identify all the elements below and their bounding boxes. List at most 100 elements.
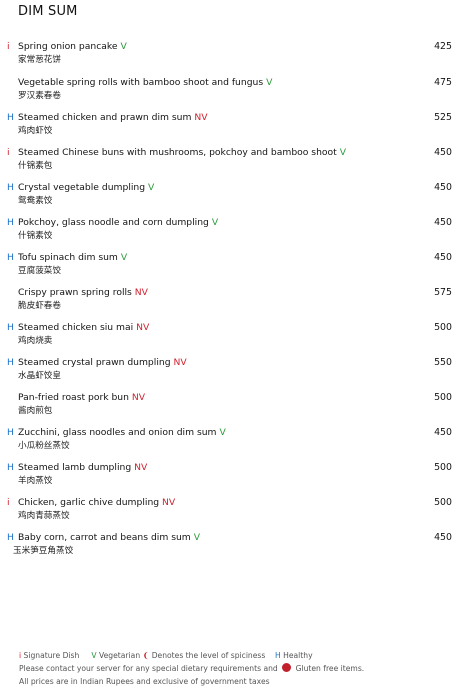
dish-price: 450 [434,427,452,438]
veg-marker: V [339,147,346,158]
dish-name: Steamed lamb dumpling [18,462,132,473]
dish-name: Zucchini, glass noodles and onion dim su… [18,427,217,438]
dish-price: 425 [434,41,452,52]
dish-tag: H [7,217,14,228]
menu-item: Crispy prawn spring rolls NV 575 脆皮虾春卷 [0,286,470,320]
dish-chinese-name: 鸡肉烧卖 [18,336,53,346]
gluten-free-icon [282,663,292,672]
menu-item: H Crystal vegetable dumpling V 450 鸳鸯素饺 [0,181,470,215]
menu-item-line: H Steamed lamb dumpling NV [7,461,147,475]
dish-name: Steamed chicken siu mai [18,322,134,333]
menu-item-line: i Steamed Chinese buns with mushrooms, po… [7,146,346,160]
dish-chinese-name: 小瓜粉丝蒸饺 [18,441,70,451]
dish-tag: H [7,112,14,123]
dish-tag: H [7,462,14,473]
dish-name: Pokchoy, glass noodle and corn dumpling [18,217,209,228]
menu-item-line: Pan-fried roast pork bun NV [7,391,145,405]
menu-item: H Steamed chicken and prawn dim sum NV 525… [0,111,470,145]
menu-item-line: Vegetable spring rolls with bamboo shoot… [7,76,272,90]
dish-price: 500 [434,497,452,508]
dish-name: Vegetable spring rolls with bamboo shoot… [18,77,264,88]
dish-chinese-name: 玉米笋豆角蒸饺 [13,546,74,556]
dish-tag: H [7,252,14,263]
non-veg-marker: NV [136,322,150,333]
menu-item: H Pokchoy, glass noodle and corn dumpling… [0,216,470,250]
dish-tag: H [7,532,14,543]
section-title: DIM SUM [18,4,78,19]
dish-name: Chicken, garlic chive dumpling [18,497,160,508]
veg-label: Vegetarian [99,651,141,660]
menu-item-line: H Baby corn, carrot and beans dim sum V [7,531,200,545]
dish-name: Tofu spinach dim sum [18,252,118,263]
menu-item-line: H Steamed crystal prawn dumpling NV [7,356,187,370]
healthy-label: Healthy [283,651,313,660]
dish-chinese-name: 鸡肉虾饺 [18,126,53,136]
menu-item-line: H Crystal vegetable dumpling V [7,181,154,195]
veg-marker: V [193,532,200,543]
non-veg-marker: NV [162,497,176,508]
prices-line: All prices are in Indian Rupees and excl… [19,677,270,686]
dish-chinese-name: 羊肉蒸饺 [18,476,53,486]
dietary-line: Please contact your server for any speci… [19,663,364,674]
dietary-text: Please contact your server for any speci… [19,664,278,673]
dish-price: 450 [434,182,452,193]
dish-chinese-name: 什锦素包 [18,161,53,171]
menu-item-line: i Spring onion pancake V [7,40,127,54]
dish-tag: i [7,497,10,508]
dish-tag: i [7,41,10,52]
veg-marker: V [211,217,219,228]
menu-item: H Steamed crystal prawn dumpling NV 550 水晶虾… [0,356,470,390]
healthy-key: H [275,651,281,660]
menu-item: i Chicken, garlic chive dumpling NV 500 鸡肉青… [0,496,470,530]
dish-price: 500 [434,462,452,473]
dish-price: 475 [434,77,452,88]
dish-name: Steamed Chinese buns with mushrooms, pok… [18,147,337,158]
non-veg-marker: NV [173,357,187,368]
veg-marker: V [266,77,273,88]
legend-line: i Signature Dish V Vegetarian ❨ Denotes … [19,650,313,661]
signature-key: i [19,651,22,660]
dish-name: Steamed chicken and prawn dim sum [18,112,192,123]
menu-item-line: H Pokchoy, glass noodle and corn dumpling… [7,216,218,230]
menu-item-line: i Chicken, garlic chive dumpling NV [7,496,175,510]
dish-chinese-name: 脆皮虾春卷 [18,301,61,311]
menu-item-line: H Tofu spinach dim sum V [7,251,127,265]
menu-item: Vegetable spring rolls with bamboo shoot… [0,76,470,110]
gluten-text: Gluten free items. [295,664,365,673]
menu-item: H Baby corn, carrot and beans dim sum V 45… [0,531,470,565]
signature-label: Signature Dish [23,651,80,660]
dish-chinese-name: 水晶虾饺皇 [18,371,61,381]
menu-item: H Tofu spinach dim sum V 450 豆腐菠菜饺 [0,251,470,285]
dish-chinese-name: 豆腐菠菜饺 [18,266,61,276]
menu-item: H Steamed lamb dumpling NV 500 羊肉蒸饺 [0,461,470,495]
dish-name: Spring onion pancake [18,41,118,52]
veg-marker: V [219,427,226,438]
dish-chinese-name: 鸡肉青蒜蒸饺 [18,511,70,521]
non-veg-marker: NV [134,462,148,473]
dish-chinese-name: 什锦素饺 [18,231,53,241]
dish-price: 525 [434,112,452,123]
dish-price: 450 [434,252,452,263]
dish-name: Steamed crystal prawn dumpling [18,357,171,368]
chili-icon: ❨ [142,651,150,660]
menu-item: Pan-fried roast pork bun NV 500 酱肉煎包 [0,391,470,425]
dish-price: 450 [434,147,452,158]
veg-marker: V [120,41,127,52]
spice-label: Denotes the level of spiciness [151,651,266,660]
veg-key: V [91,651,97,660]
dish-chinese-name: 罗汉素春卷 [18,91,61,101]
dish-name: Crystal vegetable dumpling [18,182,146,193]
dish-name: Baby corn, carrot and beans dim sum [18,532,191,543]
dish-chinese-name: 家常葱花饼 [18,55,61,65]
dish-tag: H [7,357,14,368]
menu-item: i Spring onion pancake V 425 家常葱花饼 [0,40,470,74]
dish-price: 500 [434,392,452,403]
menu-item-line: Crispy prawn spring rolls NV [7,286,148,300]
dish-chinese-name: 酱肉煎包 [18,406,53,416]
dish-price: 500 [434,322,452,333]
veg-marker: V [148,182,155,193]
non-veg-marker: NV [134,287,148,298]
dish-price: 575 [434,287,452,298]
dish-tag: i [7,147,10,158]
dish-price: 450 [434,217,452,228]
